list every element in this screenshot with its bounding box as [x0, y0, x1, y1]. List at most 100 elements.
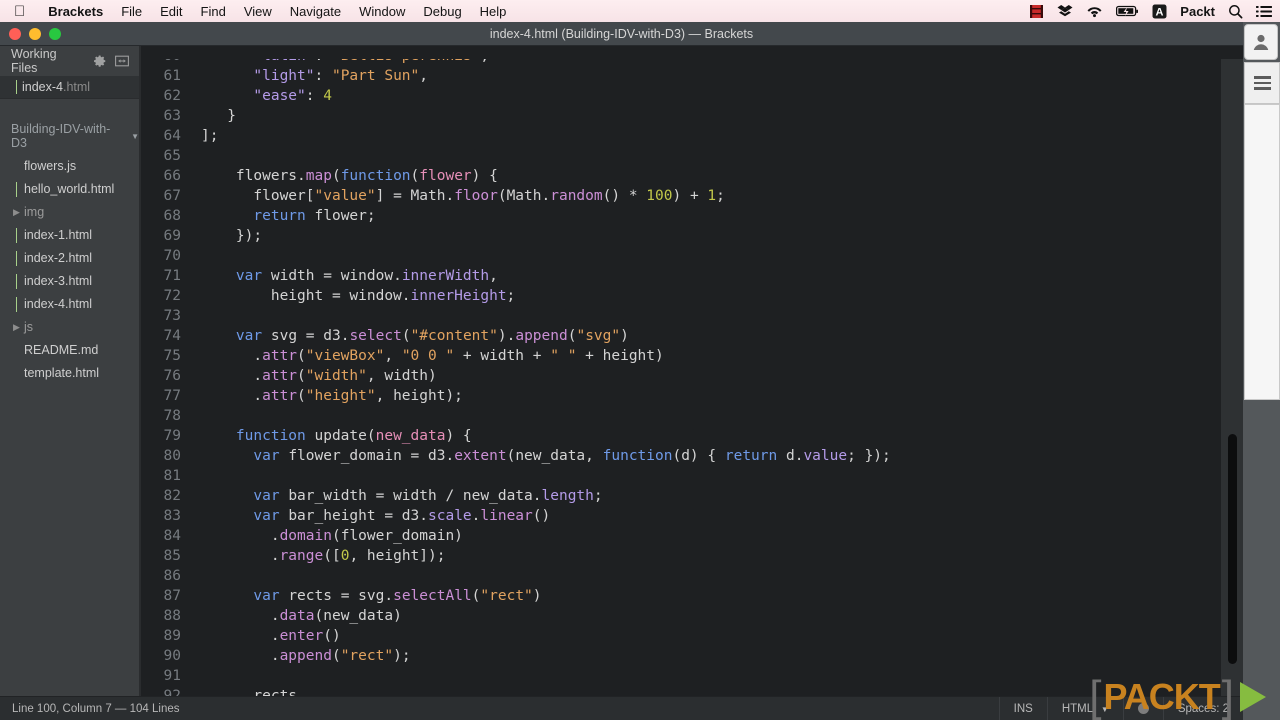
- dropbox-icon[interactable]: [1057, 4, 1073, 19]
- tree-item-index-3-html[interactable]: index-3.html: [0, 270, 139, 293]
- line-number: 66: [163, 168, 181, 184]
- sidebar: Working Files index-4.html Building-IDV-…: [0, 46, 140, 720]
- line-number: 61: [163, 68, 181, 84]
- menubar-status-area: A Packt: [1029, 4, 1280, 19]
- code-line: 74 var svg = d3.select("#content").appen…: [141, 326, 1243, 346]
- menu-item-navigate[interactable]: Navigate: [281, 4, 350, 19]
- code-line-text: var svg = d3.select("#content").append("…: [235, 328, 629, 344]
- code-line-text: .attr("viewBox", "0 0 " + width + " " + …: [201, 348, 664, 364]
- split-view-icon[interactable]: [115, 54, 139, 68]
- code-line-text: .range([0, height]);: [201, 548, 446, 564]
- tree-item-readme-md[interactable]: README.md: [0, 339, 139, 362]
- window-titlebar: index-4.html (Building-IDV-with-D3) — Br…: [0, 22, 1243, 46]
- tree-item-template-html[interactable]: template.html: [0, 362, 139, 385]
- code-line-text: .data(new_data): [201, 608, 402, 624]
- working-file-item-index-4[interactable]: index-4.html: [0, 76, 139, 98]
- menu-item-view[interactable]: View: [235, 4, 281, 19]
- tree-item-index-4-html[interactable]: index-4.html: [0, 293, 139, 316]
- menu-item-window[interactable]: Window: [350, 4, 414, 19]
- code-line: 62 "ease": 4: [141, 86, 1243, 106]
- chevron-down-icon[interactable]: ▼: [131, 132, 139, 141]
- maximize-window-button[interactable]: [49, 27, 61, 40]
- code-line: 72 height = window.innerHeight;: [141, 286, 1243, 306]
- tree-item-js-folder[interactable]: ▶ js: [0, 316, 139, 339]
- project-header[interactable]: Building-IDV-with-D3 ▼: [0, 121, 139, 151]
- tree-item-img-folder[interactable]: ▶ img: [0, 201, 139, 224]
- code-editor[interactable]: 60 "latin": "Bellis perennis",61 "light"…: [140, 46, 1243, 720]
- menu-item-edit[interactable]: Edit: [151, 4, 191, 19]
- code-line-text: return flower;: [253, 208, 376, 224]
- bracket-right: ]: [1221, 672, 1234, 720]
- insert-mode-toggle[interactable]: INS: [998, 696, 1047, 720]
- code-line-text: function update(new_data) {: [235, 428, 472, 444]
- code-line: 73: [141, 306, 1243, 326]
- line-number: 83: [163, 508, 181, 524]
- code-line: 71 var width = window.innerWidth,: [141, 266, 1243, 286]
- brackets-application-window: index-4.html (Building-IDV-with-D3) — Br…: [0, 22, 1243, 720]
- menu-item-brackets[interactable]: Brackets: [39, 4, 112, 19]
- code-line-text: .attr("height", height);: [201, 388, 463, 404]
- working-file-name: index-4.html: [22, 80, 91, 94]
- code-line: 64];: [141, 126, 1243, 146]
- wifi-icon[interactable]: [1086, 4, 1103, 18]
- input-source-a-icon[interactable]: A: [1152, 4, 1167, 19]
- menubar-user-label[interactable]: Packt: [1180, 4, 1215, 19]
- code-line-text: .enter(): [201, 628, 341, 644]
- tree-item-hello-world-html[interactable]: hello_world.html: [0, 178, 139, 201]
- hamburger-icon[interactable]: [1253, 73, 1271, 93]
- gear-icon[interactable]: [93, 54, 107, 68]
- line-number: 76: [163, 368, 181, 384]
- minimize-window-button[interactable]: [29, 27, 41, 40]
- code-line-text: ];: [201, 128, 219, 144]
- code-line-text: }: [201, 108, 236, 124]
- line-number: 84: [163, 528, 181, 544]
- editor-vertical-scrollbar[interactable]: [1228, 434, 1237, 664]
- code-line: 63 }: [141, 106, 1243, 126]
- file-marker: [16, 274, 17, 289]
- apple-logo-icon[interactable]: : [14, 4, 25, 19]
- window-controls: [0, 27, 61, 40]
- menu-item-debug[interactable]: Debug: [414, 4, 470, 19]
- menu-panel[interactable]: [1244, 62, 1280, 104]
- spotlight-search-icon[interactable]: [1228, 4, 1243, 19]
- notification-center-icon[interactable]: [1256, 5, 1272, 18]
- cursor-position-info: Line 100, Column 7 — 104 Lines: [12, 702, 180, 715]
- line-number: 88: [163, 608, 181, 624]
- battery-charging-icon[interactable]: [1116, 5, 1139, 18]
- line-number: 65: [163, 148, 181, 164]
- tree-item-flowers-js[interactable]: flowers.js: [0, 155, 139, 178]
- code-line: 70: [141, 246, 1243, 266]
- code-line: 61 "light": "Part Sun",: [141, 66, 1243, 86]
- line-number: 67: [163, 188, 181, 204]
- file-marker: [16, 182, 17, 197]
- tree-item-index-2-html[interactable]: index-2.html: [0, 247, 139, 270]
- tree-item-index-1-html[interactable]: index-1.html: [0, 224, 139, 247]
- line-number: 63: [163, 108, 181, 124]
- chevron-right-icon[interactable]: ▶: [13, 316, 20, 339]
- close-window-button[interactable]: [9, 27, 21, 40]
- line-number: 77: [163, 388, 181, 404]
- svg-text:A: A: [1156, 6, 1164, 18]
- menu-item-file[interactable]: File: [112, 4, 151, 19]
- chevron-right-icon[interactable]: ▶: [13, 201, 20, 224]
- play-triangle-icon: [1240, 682, 1266, 712]
- menu-item-help[interactable]: Help: [471, 4, 516, 19]
- line-number: 89: [163, 628, 181, 644]
- line-number: 75: [163, 348, 181, 364]
- code-line: 79 function update(new_data) {: [141, 426, 1243, 446]
- line-number: 62: [163, 88, 181, 104]
- code-line-text: var rects = svg.selectAll("rect"): [253, 588, 542, 604]
- code-line-text: var bar_width = width / new_data.length;: [253, 488, 603, 504]
- line-number: 70: [163, 248, 181, 264]
- code-line-text: height = window.innerHeight;: [201, 288, 516, 304]
- menu-item-find[interactable]: Find: [192, 4, 235, 19]
- film-strip-icon[interactable]: [1029, 4, 1044, 19]
- window-body: Working Files index-4.html Building-IDV-…: [0, 46, 1243, 720]
- user-avatar-panel[interactable]: [1244, 24, 1278, 60]
- code-content[interactable]: 60 "latin": "Bellis perennis",61 "light"…: [141, 46, 1243, 706]
- code-line-text: .append("rect");: [201, 648, 411, 664]
- editor-top-clip: [141, 46, 1243, 59]
